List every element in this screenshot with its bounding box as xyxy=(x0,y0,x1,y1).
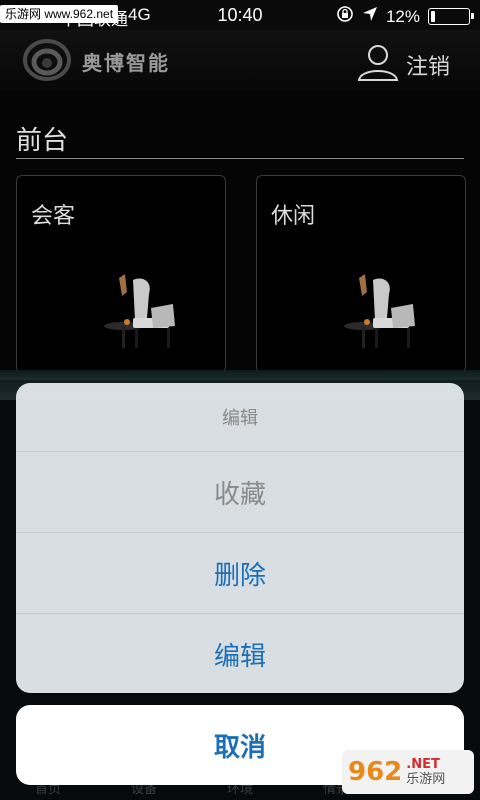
app-header: 奥博智能 注销 xyxy=(0,30,480,90)
clock: 10:40 xyxy=(217,5,263,25)
section-title: 前台 xyxy=(16,126,69,156)
lounge-chairs-image xyxy=(344,274,415,348)
scene-card-huike[interactable]: 会客 xyxy=(16,175,226,373)
action-sheet: 编辑 收藏 删除 编辑 xyxy=(16,383,464,693)
logout-button[interactable]: 注销 xyxy=(356,42,450,88)
location-arrow-icon xyxy=(362,6,378,27)
scene-card-label: 会客 xyxy=(31,204,76,229)
lounge-chairs-image xyxy=(104,274,175,348)
action-sheet-title: 编辑 xyxy=(16,383,464,452)
scene-card-xiuxian[interactable]: 休闲 xyxy=(256,175,466,373)
watermark-site: 乐游网 xyxy=(406,772,446,787)
user-icon xyxy=(356,42,400,88)
network-type: 4G xyxy=(128,5,151,24)
battery-percent: 12% xyxy=(385,6,420,26)
battery-level xyxy=(431,11,435,22)
delete-button[interactable]: 删除 xyxy=(16,533,464,614)
watermark-text: 乐游网 www.962.net xyxy=(0,5,119,23)
rotation-lock-icon xyxy=(336,5,354,28)
watermark-net: .NET xyxy=(406,757,440,772)
brand-logo-icon xyxy=(22,38,72,82)
section-divider xyxy=(16,158,464,159)
status-indicators: 12% xyxy=(336,5,474,28)
scene-card-label: 休闲 xyxy=(271,204,316,229)
brand-name: 奥博智能 xyxy=(82,51,170,75)
favorite-button[interactable]: 收藏 xyxy=(16,452,464,533)
edit-button[interactable]: 编辑 xyxy=(16,614,464,693)
status-bar: 中国联通 4G 10:40 12% 乐游网 www.962.net xyxy=(0,0,480,30)
logout-label: 注销 xyxy=(405,55,450,80)
battery-icon xyxy=(428,8,474,25)
site-watermark: 962 .NET 乐游网 xyxy=(342,750,474,794)
watermark-number: 962 xyxy=(348,757,403,787)
